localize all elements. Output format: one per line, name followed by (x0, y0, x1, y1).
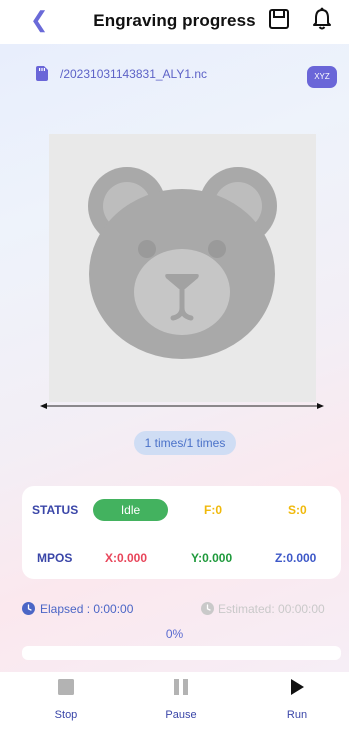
coordinate-mode-button[interactable]: XYZ (307, 66, 337, 88)
spindle-value: S:0 (288, 503, 307, 517)
save-icon[interactable] (268, 8, 290, 30)
clock-icon (22, 602, 35, 615)
clock-icon (201, 602, 214, 615)
feed-rate-value: F:0 (204, 503, 222, 517)
z-position-value: Z:0.000 (275, 551, 317, 565)
status-label: STATUS (32, 503, 79, 517)
engraving-preview (49, 134, 316, 402)
bear-face-image (88, 167, 277, 359)
pause-icon (174, 679, 188, 695)
stop-button[interactable]: Stop (36, 678, 96, 721)
status-card: STATUS Idle F:0 S:0 MPOS X:0.000 Y:0.000… (22, 486, 341, 579)
progress-percent: 0% (165, 627, 184, 641)
repeat-times-chip[interactable]: 1 times/1 times (134, 431, 236, 455)
app-header: ❮ Engraving progress (0, 0, 349, 44)
stop-label: Stop (54, 709, 78, 721)
progress-bar (22, 646, 341, 660)
pause-button[interactable]: Pause (151, 678, 211, 721)
run-label: Run (286, 709, 308, 721)
x-position-value: X:0.000 (105, 551, 148, 565)
preview-baseline (40, 403, 324, 409)
bell-icon[interactable] (311, 7, 333, 31)
sd-card-icon (36, 66, 48, 81)
y-position-value: Y:0.000 (191, 551, 233, 565)
run-button[interactable]: Run (267, 678, 327, 721)
page-title: Engraving progress (93, 11, 256, 30)
stop-icon (58, 679, 74, 695)
bottom-control-bar: Stop Pause Run (0, 672, 349, 729)
mpos-label: MPOS (37, 551, 73, 565)
elapsed-time: Elapsed : 0:00:00 (40, 602, 134, 616)
timing-row: Elapsed : 0:00:00 Estimated: 00:00:00 (22, 601, 349, 617)
pause-label: Pause (165, 709, 197, 721)
estimated-time: Estimated: 00:00:00 (218, 602, 325, 616)
file-name: /20231031143831_ALY1.nc (60, 67, 208, 81)
play-icon (291, 679, 304, 695)
status-badge: Idle (93, 499, 168, 521)
